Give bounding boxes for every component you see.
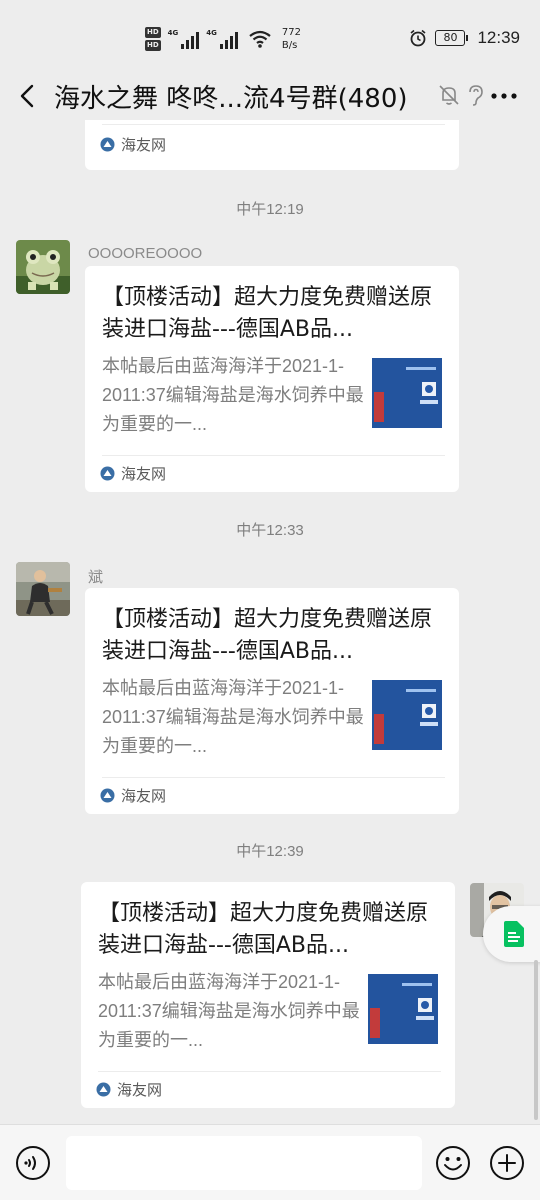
earpiece-icon [469,85,483,106]
message-timestamp: 中午12:33 [236,522,304,539]
card-thumbnail-image [368,974,438,1044]
card-description: 本帖最后由蓝海海洋于2021-1-2011:37编辑海盐是海水饲养中最为重要的一… [98,972,360,1050]
chat-title: 海水之舞 咚咚...流4号群(480) [54,84,408,114]
link-card[interactable]: 【顶楼活动】超大力度免费赠送原装进口海盐---德国AB品... 本帖最后由蓝海海… [85,266,459,492]
floating-doc-button[interactable] [483,906,540,962]
avatar[interactable] [16,240,70,294]
chat-header: 海水之舞 咚咚...流4号群(480) [0,72,540,120]
net-speed: 772 B/s [282,26,301,52]
link-card-partial[interactable]: 海友网 [85,120,459,170]
card-source-name: 海友网 [121,465,167,483]
card-source-name: 海友网 [121,136,167,154]
card-source-name: 海友网 [117,1081,163,1099]
haiyou-logo-icon [100,137,115,152]
haiyou-logo-icon [96,1082,111,1097]
message-timestamp: 中午12:19 [236,201,304,218]
message-input[interactable] [66,1136,422,1190]
haiyou-logo-icon [100,466,115,481]
card-title: 【顶楼活动】超大力度免费赠送原装进口海盐---德国AB品... [98,901,429,958]
card-source: 海友网 [100,463,166,484]
status-clock: 12:39 [477,28,520,47]
input-bar [0,1124,540,1200]
scrollbar-thumb[interactable] [534,960,538,1120]
status-left: HD HD 4G 4G 772 B/s [145,26,301,52]
card-source: 海友网 [96,1079,162,1100]
wifi-icon [249,30,271,48]
card-description: 本帖最后由蓝海海洋于2021-1-2011:37编辑海盐是海水饲养中最为重要的一… [102,678,364,756]
signal-2-label: 4G [206,29,217,37]
battery-icon: 80 [435,30,469,46]
person-avatar-image [16,562,70,616]
card-description: 本帖最后由蓝海海洋于2021-1-2011:37编辑海盐是海水饲养中最为重要的一… [102,356,364,434]
voice-icon[interactable] [15,1145,51,1181]
hd-badge-2: HD [145,40,161,51]
card-divider [102,124,445,125]
haiyou-logo-icon [100,788,115,803]
card-source: 海友网 [100,785,166,806]
status-right: 80 12:39 [409,28,520,48]
more-icon[interactable] [487,82,521,108]
document-icon [504,921,524,947]
sender-name: OOOOREOOOO [88,245,203,262]
card-divider [98,1071,441,1072]
card-thumbnail-image [372,680,442,750]
hd-badges: HD HD [145,27,161,51]
card-source: 海友网 [100,134,166,155]
alarm-icon [410,29,426,47]
link-card[interactable]: 【顶楼活动】超大力度免费赠送原装进口海盐---德国AB品... 本帖最后由蓝海海… [81,882,455,1108]
card-divider [102,455,445,456]
link-card[interactable]: 【顶楼活动】超大力度免费赠送原装进口海盐---德国AB品... 本帖最后由蓝海海… [85,588,459,814]
signal-1-icon: 4G [168,29,200,49]
card-title: 【顶楼活动】超大力度免费赠送原装进口海盐---德国AB品... [102,607,433,664]
sender-name: 斌 [88,569,104,586]
message-timestamp: 中午12:39 [236,843,304,860]
back-arrow-icon[interactable] [14,82,42,110]
card-divider [102,777,445,778]
mute-bell-icon [439,85,459,105]
emoji-icon[interactable] [435,1145,471,1181]
chat-messages[interactable]: 海友网 中午12:19 OOOOREOOOO 【顶楼活动】超大力度免费赠送原装进… [0,120,540,1124]
avatar[interactable] [16,562,70,616]
frog-avatar-image [16,240,70,294]
net-speed-unit: B/s [281,40,298,51]
status-bar: HD HD 4G 4G 772 B/s 80 12:39 [0,0,540,72]
net-speed-value: 772 [281,27,302,38]
signal-2-icon: 4G [206,29,238,49]
card-source-name: 海友网 [121,787,167,805]
plus-icon[interactable] [489,1145,525,1181]
card-thumbnail-image [372,358,442,428]
signal-1-label: 4G [167,29,179,37]
hd-badge-1: HD [145,27,161,38]
card-title: 【顶楼活动】超大力度免费赠送原装进口海盐---德国AB品... [102,285,433,342]
